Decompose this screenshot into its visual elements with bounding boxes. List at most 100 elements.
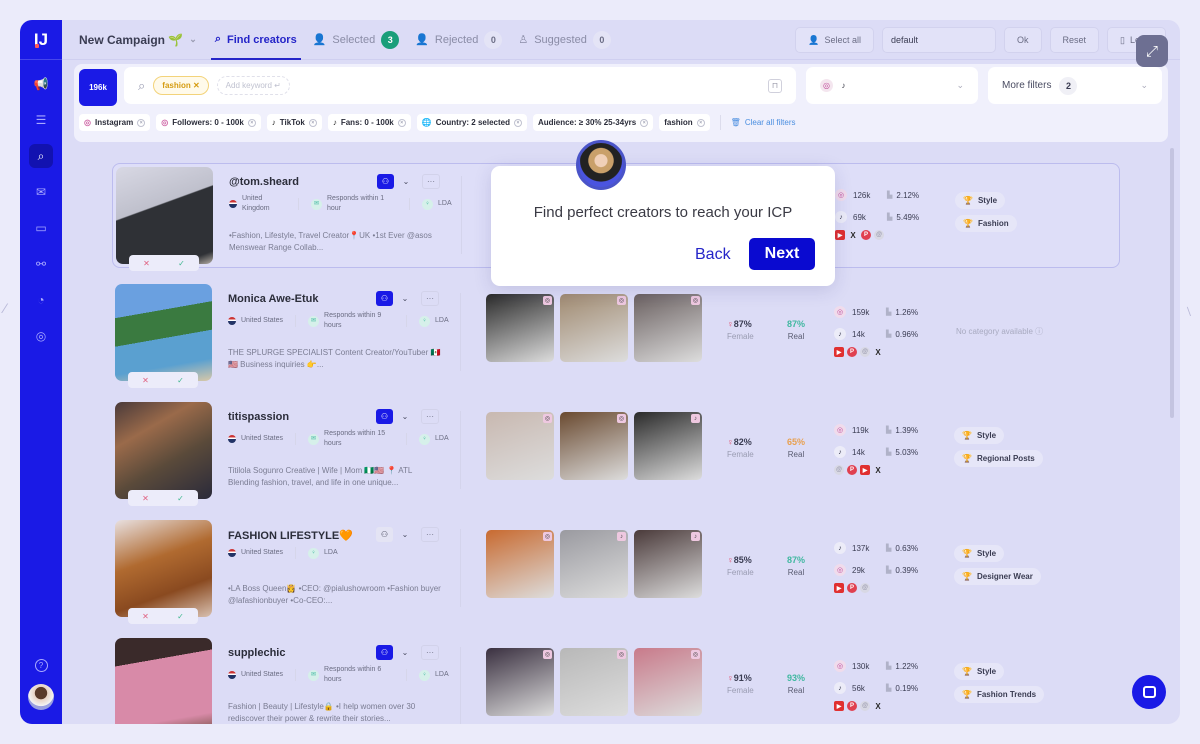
pinterest-icon[interactable]: P bbox=[847, 465, 857, 475]
post-thumbnail[interactable]: ◎ bbox=[486, 294, 554, 362]
chevron-down-icon[interactable]: ⌄ bbox=[397, 527, 413, 542]
chevron-down-icon[interactable]: ⌄ bbox=[397, 645, 413, 660]
post-thumbnail[interactable]: ◎ bbox=[560, 412, 628, 480]
post-thumbnail[interactable]: ◎ bbox=[634, 648, 702, 716]
more-options-button[interactable]: ··· bbox=[421, 409, 439, 424]
youtube-icon[interactable]: ▶ bbox=[834, 583, 844, 593]
post-thumbnail[interactable]: ◎ bbox=[486, 530, 554, 598]
pinterest-icon[interactable]: P bbox=[861, 230, 871, 240]
threads-icon[interactable]: @ bbox=[860, 347, 870, 357]
accept-button[interactable]: ✓ bbox=[177, 494, 184, 503]
filter-chip[interactable]: ◎ Followers: 0 - 100k × bbox=[156, 114, 261, 131]
back-button[interactable]: Back bbox=[695, 246, 731, 264]
creator-name[interactable]: titispassion bbox=[228, 411, 289, 423]
sidebar-item-analytics[interactable]: ◔ bbox=[29, 288, 53, 312]
expand-icon[interactable]: ⤢ bbox=[1136, 35, 1168, 67]
select-all-button[interactable]: 👤 Select all bbox=[795, 27, 874, 53]
reject-button[interactable]: ✕ bbox=[142, 612, 149, 621]
clear-all-filters-button[interactable]: 🗑 Clear all filters bbox=[731, 118, 796, 127]
audience-icon[interactable]: ⚇ bbox=[376, 291, 393, 306]
bookmark-icon[interactable]: ⊓ bbox=[768, 78, 782, 93]
accept-button[interactable]: ✓ bbox=[177, 376, 184, 385]
sidebar-item-payments[interactable]: ▭ bbox=[29, 216, 53, 240]
threads-icon[interactable]: @ bbox=[860, 701, 870, 711]
pinterest-icon[interactable]: P bbox=[847, 583, 857, 593]
user-avatar[interactable] bbox=[28, 684, 54, 710]
sidebar-item-search[interactable]: ⌕ bbox=[29, 144, 53, 168]
creator-row[interactable]: ✕✓ supplechic ⚇⌄··· United States✉Respon… bbox=[112, 635, 1120, 724]
remove-filter-icon[interactable]: × bbox=[696, 118, 705, 127]
reject-button[interactable]: ✕ bbox=[142, 494, 149, 503]
remove-filter-icon[interactable]: × bbox=[308, 118, 317, 127]
creator-name[interactable]: FASHION LIFESTYLE🧡 bbox=[228, 529, 353, 542]
more-options-button[interactable]: ··· bbox=[421, 645, 439, 660]
audience-icon[interactable]: ⚇ bbox=[376, 527, 393, 542]
filter-chip[interactable]: ♪ TikTok × bbox=[266, 114, 322, 131]
x-icon[interactable]: X bbox=[848, 230, 858, 240]
sidebar-item-workflows[interactable]: ⚯ bbox=[29, 252, 53, 276]
sidebar-item-lists[interactable]: ☰ bbox=[29, 108, 53, 132]
keyword-chip[interactable]: fashion ✕ bbox=[153, 76, 209, 95]
sidebar-item-inbox[interactable]: ✉ bbox=[29, 180, 53, 204]
platform-select[interactable]: ◎ ♪ ⌄ bbox=[806, 67, 978, 104]
youtube-icon[interactable]: ▶ bbox=[834, 347, 844, 357]
post-thumbnail[interactable]: ◎ bbox=[486, 648, 554, 716]
threads-icon[interactable]: @ bbox=[834, 465, 844, 475]
accept-button[interactable]: ✓ bbox=[177, 612, 184, 621]
filter-chip[interactable]: 🌐 Country: 2 selected × bbox=[416, 114, 527, 131]
threads-icon[interactable]: @ bbox=[860, 583, 870, 593]
add-keyword-input[interactable]: Add keyword ↵ bbox=[216, 76, 290, 95]
post-thumbnail[interactable]: ◎ bbox=[560, 648, 628, 716]
creator-photo[interactable] bbox=[116, 167, 213, 264]
x-icon[interactable]: X bbox=[873, 465, 883, 475]
audience-icon[interactable]: ⚇ bbox=[377, 174, 394, 189]
sidebar-item-campaigns[interactable]: 📢 bbox=[29, 72, 53, 96]
creator-photo[interactable] bbox=[115, 402, 212, 499]
keyword-search-input[interactable]: ⌕ fashion ✕ Add keyword ↵ ⊓ bbox=[124, 67, 796, 104]
tab-find-creators[interactable]: ⌕ Find creators bbox=[210, 20, 301, 60]
filter-chip[interactable]: ◎ Instagram × bbox=[79, 114, 151, 131]
remove-filter-icon[interactable]: × bbox=[137, 118, 146, 127]
more-options-button[interactable]: ··· bbox=[422, 174, 440, 189]
remove-filter-icon[interactable]: × bbox=[513, 118, 522, 127]
post-thumbnail[interactable]: ♪ bbox=[634, 530, 702, 598]
creator-name[interactable]: supplechic bbox=[228, 647, 285, 659]
more-options-button[interactable]: ··· bbox=[421, 527, 439, 542]
tab-rejected[interactable]: 👤 Rejected 0 bbox=[415, 20, 503, 60]
accept-button[interactable]: ✓ bbox=[178, 259, 185, 268]
creator-row[interactable]: ✕ ✓ titispassion ⚇ ⌄ ··· United States ✉ Resp… bbox=[112, 399, 1120, 506]
reset-button[interactable]: Reset bbox=[1049, 27, 1100, 53]
more-options-button[interactable]: ··· bbox=[421, 291, 439, 306]
youtube-icon[interactable]: ▶ bbox=[834, 701, 844, 711]
filter-chip[interactable]: Audience: ≥ 30% 25-34yrs × bbox=[532, 114, 654, 131]
close-icon[interactable]: ✕ bbox=[193, 81, 200, 90]
chat-widget-button[interactable] bbox=[1132, 675, 1166, 709]
creator-name[interactable]: Monica Awe-Etuk bbox=[228, 293, 318, 305]
reject-button[interactable]: ✕ bbox=[143, 259, 150, 268]
youtube-icon[interactable]: ▶ bbox=[860, 465, 870, 475]
filter-chip[interactable]: ♪ Fans: 0 - 100k × bbox=[327, 114, 411, 131]
post-thumbnail[interactable]: ◎ bbox=[486, 412, 554, 480]
remove-filter-icon[interactable]: × bbox=[247, 118, 256, 127]
pinterest-icon[interactable]: P bbox=[847, 347, 857, 357]
x-icon[interactable]: X bbox=[873, 347, 883, 357]
next-button[interactable]: Next bbox=[749, 238, 815, 270]
pinterest-icon[interactable]: P bbox=[847, 701, 857, 711]
creator-photo[interactable] bbox=[115, 520, 212, 617]
post-thumbnail[interactable]: ♪ bbox=[560, 530, 628, 598]
scrollbar[interactable] bbox=[1170, 148, 1174, 418]
reject-button[interactable]: ✕ bbox=[142, 376, 149, 385]
filter-chip[interactable]: fashion × bbox=[659, 114, 710, 131]
creator-photo[interactable] bbox=[115, 638, 212, 724]
campaign-selector[interactable]: New Campaign 🌱 ⌄ bbox=[79, 33, 197, 47]
post-thumbnail[interactable]: ◎ bbox=[560, 294, 628, 362]
app-logo[interactable]: IJ bbox=[20, 20, 62, 60]
tab-suggested[interactable]: ♙ Suggested 0 bbox=[518, 20, 611, 60]
preset-input[interactable]: default bbox=[881, 27, 996, 53]
creator-row[interactable]: ✕ ✓ FASHION LIFESTYLE🧡 ⚇ ⌄ ··· United State… bbox=[112, 517, 1120, 624]
chevron-down-icon[interactable]: ⌄ bbox=[397, 291, 413, 306]
post-thumbnail[interactable]: ♪ bbox=[634, 412, 702, 480]
post-thumbnail[interactable]: ◎ bbox=[634, 294, 702, 362]
remove-filter-icon[interactable]: × bbox=[397, 118, 406, 127]
audience-icon[interactable]: ⚇ bbox=[376, 645, 393, 660]
